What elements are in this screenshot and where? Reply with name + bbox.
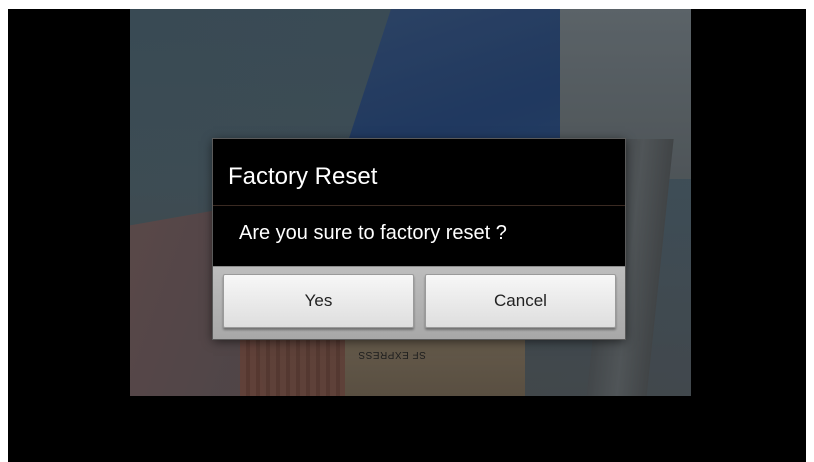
dialog-message: Are you sure to factory reset ?	[239, 222, 507, 244]
dialog-button-bar: Yes Cancel	[213, 266, 625, 339]
device-screen: SF EXPRESS Factory Reset Are you sure to…	[8, 9, 806, 462]
dialog-divider	[213, 205, 625, 206]
cancel-button[interactable]: Cancel	[425, 274, 616, 328]
yes-button[interactable]: Yes	[223, 274, 414, 328]
factory-reset-dialog: Factory Reset Are you sure to factory re…	[213, 139, 625, 339]
dialog-title: Factory Reset	[228, 163, 378, 190]
